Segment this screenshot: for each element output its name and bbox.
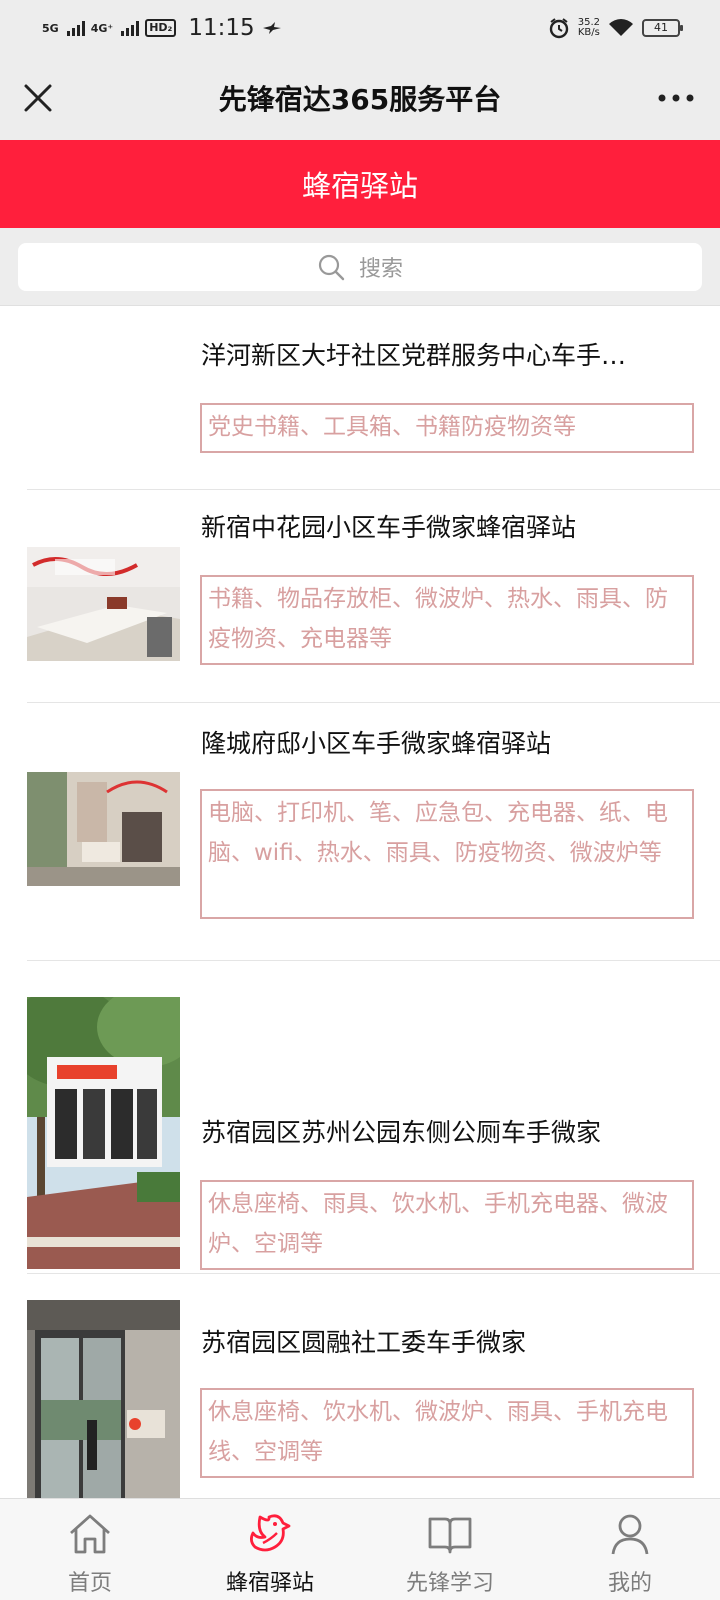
close-icon[interactable] — [20, 80, 56, 116]
tab-mine-label: 我的 — [607, 1571, 652, 1596]
station-name: 洋河新区大圩社区党群服务中心车手… — [201, 341, 627, 370]
station-facilities: 休息座椅、雨具、饮水机、手机充电器、微波炉、空调等 — [200, 1180, 694, 1270]
alarm-icon — [549, 18, 568, 39]
list-item[interactable]: 新宿中花园小区车手微家蜂宿驿站 书籍、物品存放柜、微波炉、热水、雨具、防疫物资、… — [0, 490, 720, 703]
station-name: 隆城府邸小区车手微家蜂宿驿站 — [201, 729, 552, 758]
station-name: 苏宿园区圆融社工委车手微家 — [201, 1328, 527, 1357]
search-placeholder: 搜索 — [358, 257, 403, 282]
status-right: 35.2 KB/s 41 — [548, 17, 683, 39]
status-time: 11:15 — [188, 15, 255, 41]
page-title: 先锋宿达365服务平台 — [218, 83, 502, 116]
station-name: 新宿中花园小区车手微家蜂宿驿站 — [201, 513, 577, 542]
station-facilities: 党史书籍、工具箱、书籍防疫物资等 — [200, 403, 694, 453]
tab-home[interactable]: 首页 — [0, 1499, 180, 1600]
wifi-icon — [609, 19, 633, 36]
list-item[interactable]: 隆城府邸小区车手微家蜂宿驿站 电脑、打印机、笔、应急包、充电器、纸、电脑、wif… — [0, 703, 720, 961]
signal-icon — [66, 20, 85, 36]
list-item[interactable]: 苏宿园区苏州公园东侧公厕车手微家 休息座椅、雨具、饮水机、手机充电器、微波炉、空… — [0, 961, 720, 1274]
book-icon — [428, 1517, 472, 1554]
station-facilities: 电脑、打印机、笔、应急包、充电器、纸、电脑、wifi、热水、雨具、防疫物资、微波… — [200, 789, 694, 919]
station-name: 苏宿园区苏州公园东侧公厕车手微家 — [201, 1118, 602, 1147]
list-item[interactable]: 洋河新区大圩社区党群服务中心车手… 党史书籍、工具箱、书籍防疫物资等 — [0, 306, 720, 490]
signal-icon-2 — [121, 20, 140, 36]
tab-fengsu-station[interactable]: 蜂宿驿站 — [180, 1499, 360, 1600]
battery-level: 41 — [654, 21, 668, 34]
station-facilities: 书籍、物品存放柜、微波炉、热水、雨具、防疫物资、充电器等 — [200, 575, 694, 665]
bottom-nav: 首页 蜂宿驿站 先锋学习 我的 — [0, 1498, 720, 1600]
station-facilities: 休息座椅、饮水机、微波炉、雨具、手机充电线、空调等 — [200, 1388, 694, 1478]
section-banner: 蜂宿驿站 — [0, 140, 720, 228]
station-photo — [27, 547, 180, 661]
search-input[interactable]: 搜索 — [18, 243, 702, 291]
title-bar: 先锋宿达365服务平台 — [0, 56, 720, 140]
tab-home-label: 首页 — [67, 1571, 112, 1596]
search-icon — [318, 254, 345, 281]
more-options-icon[interactable] — [656, 86, 696, 110]
tab-mine[interactable]: 我的 — [540, 1499, 720, 1600]
station-photo — [27, 772, 180, 886]
network-5g-label: 5G — [42, 21, 59, 35]
network-speed: 35.2 KB/s — [578, 18, 600, 38]
banner-title: 蜂宿驿站 — [301, 169, 418, 203]
status-bar: 5G 4G⁺ HD₂ 11:15 35.2 KB/s 41 — [0, 0, 720, 56]
status-left: 5G 4G⁺ HD₂ 11:15 — [42, 15, 283, 41]
station-photo — [27, 1300, 180, 1498]
person-icon — [611, 1514, 649, 1555]
bird-notification-icon — [262, 22, 281, 34]
station-photo — [27, 997, 180, 1269]
tab-pioneer-learning-label: 先锋学习 — [405, 1571, 494, 1596]
network-4g-label: 4G⁺ — [90, 21, 114, 35]
search-bar: 搜索 — [0, 228, 720, 306]
hd-voice-badge: HD₂ — [145, 19, 177, 37]
battery-icon: 41 — [642, 19, 683, 37]
home-icon — [70, 1514, 110, 1554]
list-item[interactable]: 苏宿园区圆融社工委车手微家 休息座椅、饮水机、微波炉、雨具、手机充电线、空调等 — [0, 1274, 720, 1498]
speed-unit: KB/s — [577, 27, 600, 38]
tab-fengsu-station-label: 蜂宿驿站 — [225, 1571, 314, 1596]
tab-pioneer-learning[interactable]: 先锋学习 — [360, 1499, 540, 1600]
bird-icon — [250, 1514, 291, 1552]
